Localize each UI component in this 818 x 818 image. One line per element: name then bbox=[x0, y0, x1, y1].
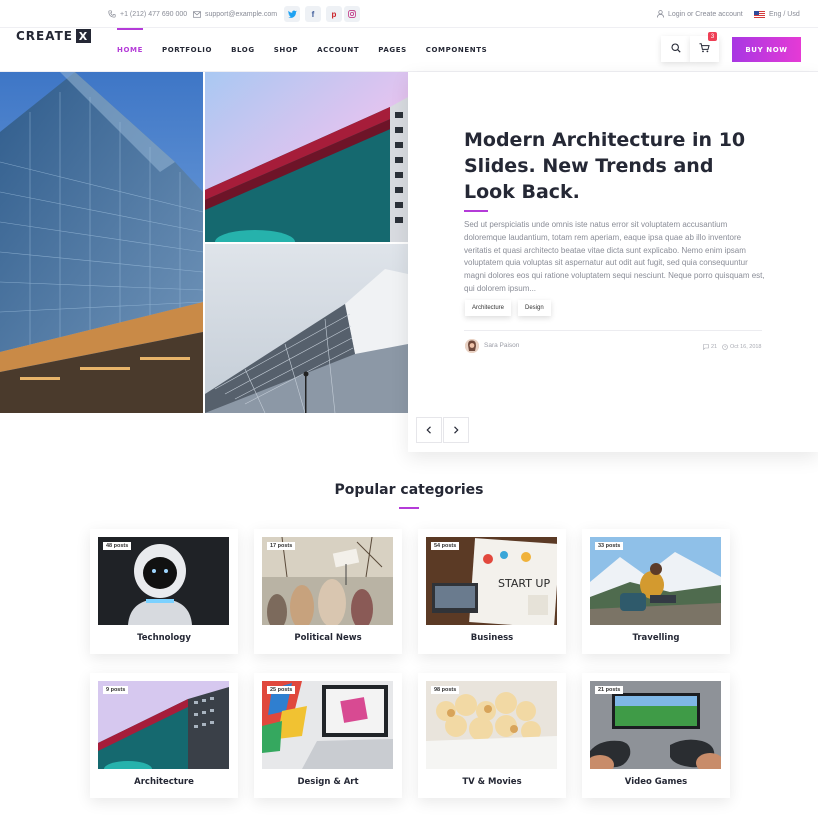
article-title[interactable]: Modern Architecture in 10 Slides. New Tr… bbox=[464, 127, 764, 205]
post-date-value: Oct 16, 2018 bbox=[730, 344, 762, 350]
category-image-popcorn: 98 posts bbox=[426, 681, 557, 769]
email-contact[interactable]: support@example.com bbox=[193, 0, 277, 28]
nav-components[interactable]: COMPONENTS bbox=[426, 28, 487, 71]
category-name: Travelling bbox=[632, 633, 680, 643]
category-image-robot: 48 posts bbox=[98, 537, 229, 625]
author-name[interactable]: Sara Paison bbox=[484, 342, 519, 349]
post-count-badge: 21 posts bbox=[595, 686, 624, 694]
phone-number: +1 (212) 477 690 000 bbox=[120, 10, 188, 18]
nav-home[interactable]: HOME bbox=[117, 28, 143, 71]
user-icon bbox=[657, 10, 664, 18]
category-card-political-news[interactable]: 17 posts Political News bbox=[254, 529, 402, 654]
category-name: Technology bbox=[137, 633, 191, 643]
svg-text:START UP: START UP bbox=[498, 577, 550, 590]
hero-image-glass-pyramid bbox=[205, 244, 408, 413]
category-image-hiker: 33 posts bbox=[590, 537, 721, 625]
featured-article-card: Modern Architecture in 10 Slides. New Tr… bbox=[408, 72, 818, 452]
category-image-gaming: 21 posts bbox=[590, 681, 721, 769]
prev-slide-button[interactable] bbox=[416, 417, 442, 443]
category-name: Architecture bbox=[134, 777, 194, 787]
phone-icon bbox=[108, 10, 116, 18]
category-name: Video Games bbox=[624, 777, 688, 787]
post-date: Oct 16, 2018 bbox=[722, 344, 762, 350]
phone-contact[interactable]: +1 (212) 477 690 000 bbox=[108, 0, 187, 28]
post-count-badge: 98 posts bbox=[431, 686, 460, 694]
tag-architecture[interactable]: Architecture bbox=[465, 300, 512, 316]
title-accent-line bbox=[464, 210, 488, 212]
comment-icon bbox=[703, 344, 709, 350]
category-card-design-art[interactable]: 25 posts Design & Art bbox=[254, 673, 402, 798]
hero-image-red-building bbox=[205, 72, 408, 242]
comment-count[interactable]: 21 bbox=[703, 344, 717, 350]
instagram-icon[interactable] bbox=[344, 6, 360, 22]
cart-count-badge: 3 bbox=[708, 32, 717, 41]
main-nav: HOME PORTFOLIO BLOG SHOP ACCOUNT PAGES C… bbox=[117, 28, 506, 71]
section-accent-line bbox=[399, 507, 419, 509]
clock-icon bbox=[722, 344, 728, 350]
top-bar: +1 (212) 477 690 000 support@example.com… bbox=[0, 0, 818, 28]
cart-button[interactable]: 3 bbox=[690, 32, 719, 62]
comment-count-value: 21 bbox=[711, 344, 718, 350]
category-name: TV & Movies bbox=[462, 777, 522, 787]
email-address: support@example.com bbox=[205, 10, 278, 18]
post-count-badge: 17 posts bbox=[267, 542, 296, 550]
chevron-right-icon bbox=[453, 421, 459, 439]
category-image-startup: START UP 54 posts bbox=[426, 537, 557, 625]
pinterest-icon[interactable]: p bbox=[326, 6, 342, 22]
nav-shop[interactable]: SHOP bbox=[274, 28, 298, 71]
nav-account[interactable]: ACCOUNT bbox=[317, 28, 359, 71]
post-count-badge: 48 posts bbox=[103, 542, 132, 550]
logo-mark: X bbox=[75, 29, 91, 43]
buy-now-button[interactable]: BUY NOW bbox=[732, 37, 801, 62]
article-excerpt: Sed ut perspiciatis unde omnis iste natu… bbox=[464, 220, 765, 293]
category-name: Design & Art bbox=[297, 777, 359, 787]
nav-portfolio[interactable]: PORTFOLIO bbox=[162, 28, 212, 71]
category-card-tv-movies[interactable]: 98 posts TV & Movies bbox=[418, 673, 566, 798]
nav-pages[interactable]: PAGES bbox=[378, 28, 406, 71]
category-image-protest: 17 posts bbox=[262, 537, 393, 625]
category-card-technology[interactable]: 48 posts Technology bbox=[90, 529, 238, 654]
avatar[interactable] bbox=[465, 339, 479, 353]
category-name: Political News bbox=[294, 633, 362, 643]
logo-text: CREATE bbox=[16, 29, 73, 43]
language-label: Eng / Usd bbox=[769, 10, 800, 18]
login-link[interactable]: Login or Create account bbox=[657, 0, 743, 28]
card-divider bbox=[464, 330, 762, 331]
mail-icon bbox=[193, 10, 201, 18]
login-label: Login or Create account bbox=[668, 10, 743, 18]
chevron-left-icon bbox=[426, 421, 432, 439]
search-icon bbox=[670, 40, 681, 58]
category-card-business[interactable]: START UP 54 posts Business bbox=[418, 529, 566, 654]
category-card-architecture[interactable]: 9 posts Architecture bbox=[90, 673, 238, 798]
category-image-design: 25 posts bbox=[262, 681, 393, 769]
facebook-icon[interactable]: f bbox=[305, 6, 321, 22]
search-button[interactable] bbox=[661, 36, 690, 62]
post-count-badge: 9 posts bbox=[103, 686, 129, 694]
cart-icon bbox=[699, 40, 710, 58]
nav-blog[interactable]: BLOG bbox=[231, 28, 255, 71]
next-slide-button[interactable] bbox=[443, 417, 469, 443]
tag-design[interactable]: Design bbox=[518, 300, 551, 316]
twitter-icon[interactable] bbox=[284, 6, 300, 22]
category-name: Business bbox=[470, 633, 514, 643]
category-card-video-games[interactable]: 21 posts Video Games bbox=[582, 673, 730, 798]
hero-image-building-glass bbox=[0, 72, 203, 413]
post-count-badge: 25 posts bbox=[267, 686, 296, 694]
brand-logo[interactable]: CREATE X bbox=[16, 27, 91, 45]
section-title: Popular categories bbox=[334, 482, 484, 498]
category-card-travelling[interactable]: 33 posts Travelling bbox=[582, 529, 730, 654]
language-selector[interactable]: Eng / Usd bbox=[754, 0, 800, 28]
us-flag-icon bbox=[754, 10, 765, 18]
category-image-architecture: 9 posts bbox=[98, 681, 229, 769]
post-count-badge: 54 posts bbox=[431, 542, 460, 550]
post-count-badge: 33 posts bbox=[595, 542, 624, 550]
